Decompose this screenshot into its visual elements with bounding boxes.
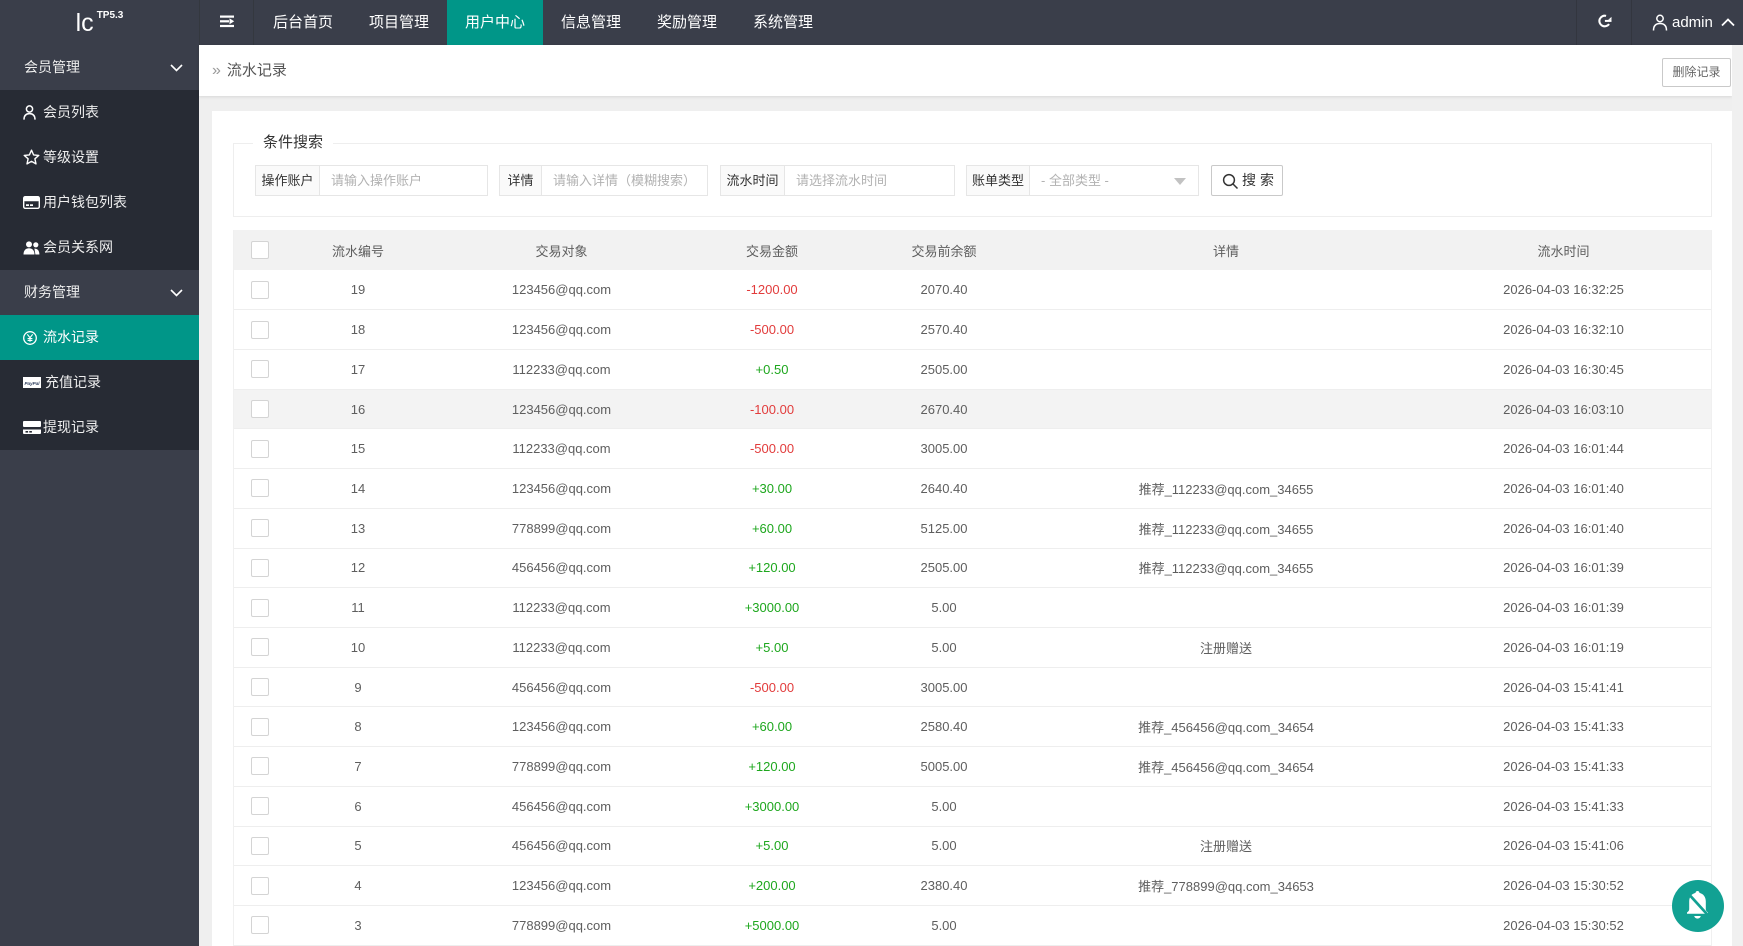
svg-text:PayPal: PayPal <box>24 381 40 386</box>
